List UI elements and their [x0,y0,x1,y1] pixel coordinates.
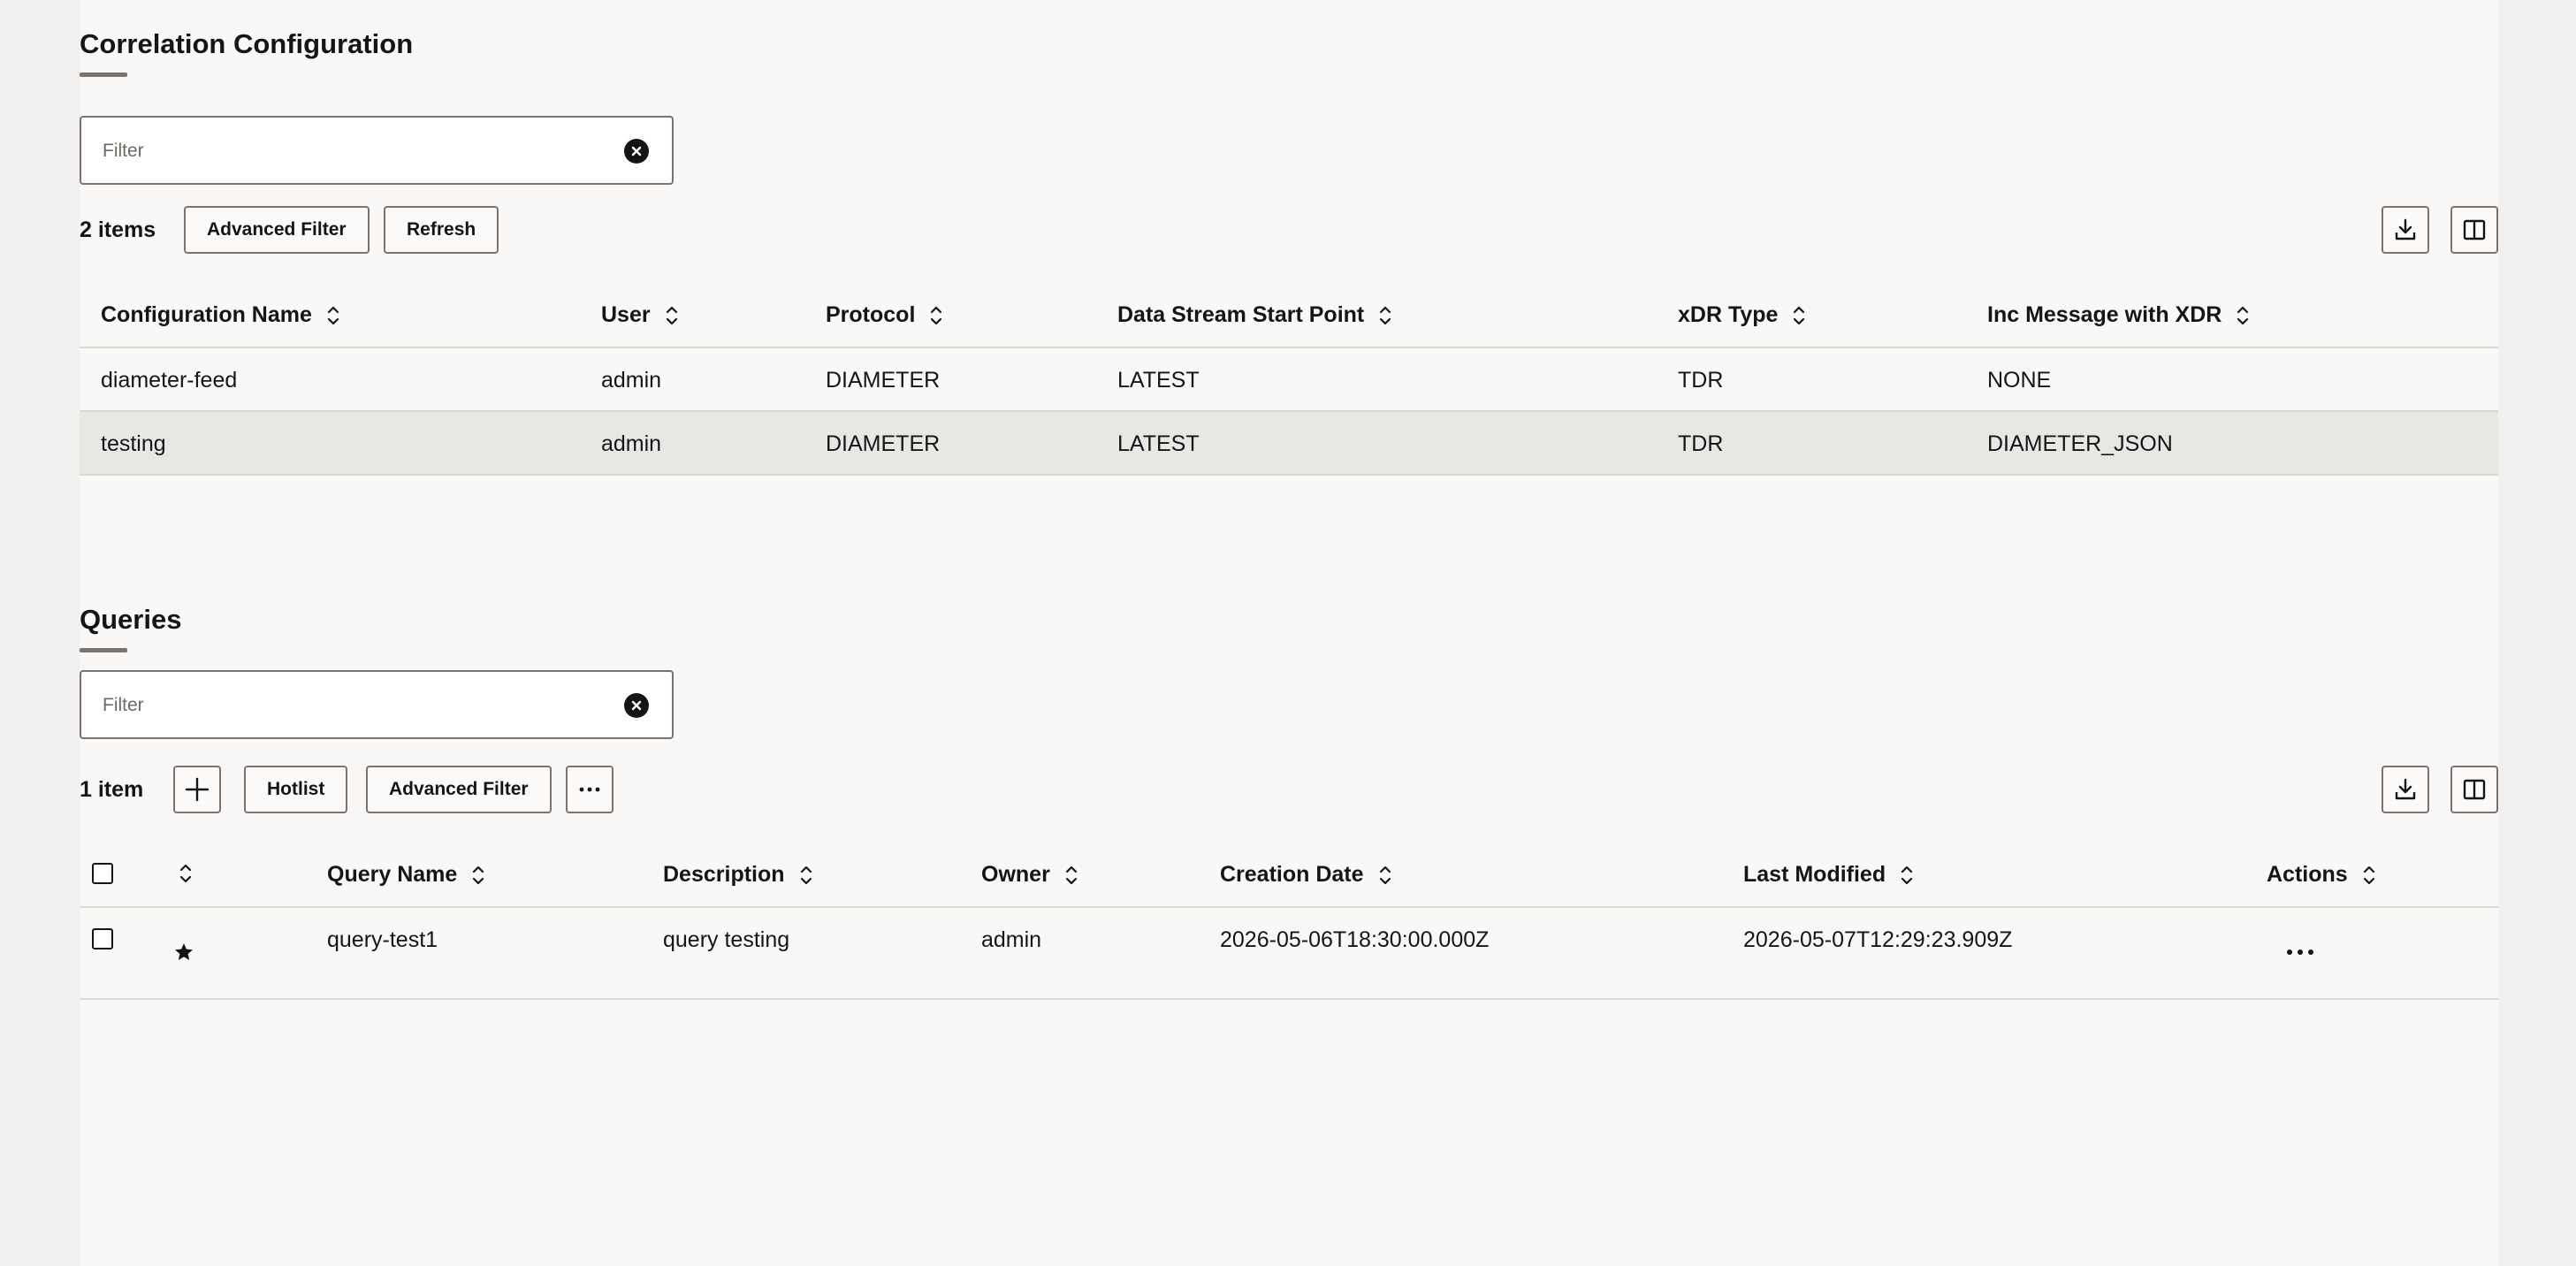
download-button[interactable] [2382,766,2429,813]
column-header[interactable]: Query Name [327,862,485,888]
column-header[interactable]: Configuration Name [101,302,340,328]
sort-icon[interactable] [799,864,813,887]
column-header[interactable]: Owner [981,862,1078,888]
cell: LATEST [1117,431,1200,456]
refresh-button[interactable]: Refresh [384,206,499,254]
clear-icon[interactable] [624,693,649,718]
cell: admin [601,368,662,393]
cell: 2026-05-07T12:29:23.909Z [1743,927,2013,952]
sort-icon[interactable] [1792,304,1806,327]
cell: query-test1 [327,927,438,952]
favorite-sort-header[interactable] [179,862,193,885]
correlation-table: Configuration Name User Protocol Data St… [80,281,2498,476]
columns-icon [2463,779,2486,800]
sort-icon[interactable] [2236,304,2250,327]
sort-icon[interactable] [471,864,485,887]
row-actions-button[interactable] [2281,938,2320,966]
sort-icon[interactable] [2362,864,2376,887]
item-count: 1 item [80,777,144,802]
hotlist-button[interactable]: Hotlist [244,766,348,813]
more-icon [579,787,600,792]
correlation-toolbar: 2 items Advanced Filter Refresh [80,206,2498,255]
column-header[interactable]: Last Modified [1743,862,1914,888]
table-header: Configuration Name User Protocol Data St… [80,281,2498,348]
column-header[interactable]: Actions [2267,862,2376,888]
column-header[interactable]: User [601,302,679,328]
table-header: Query Name Description Owner Creation Da… [80,841,2498,908]
sort-icon[interactable] [665,304,679,327]
main-panel: Correlation Configuration 2 items Advanc… [80,0,2498,1266]
sort-icon[interactable] [179,862,193,885]
cell: diameter-feed [101,368,238,393]
sort-icon[interactable] [929,304,943,327]
advanced-filter-button[interactable]: Advanced Filter [184,206,370,254]
column-header[interactable]: Inc Message with XDR [1987,302,2250,328]
more-button[interactable] [566,766,614,813]
correlation-title: Correlation Configuration [80,28,414,59]
cell: testing [101,431,166,456]
row-checkbox[interactable] [92,928,113,950]
column-header[interactable]: Protocol [826,302,943,328]
title-underline [80,72,127,77]
correlation-filter[interactable] [80,116,674,185]
plus-icon [185,777,210,802]
more-icon [2287,950,2313,955]
select-all-checkbox[interactable] [92,863,113,884]
cell: admin [601,431,662,456]
columns-button[interactable] [2450,766,2498,813]
download-icon [2395,218,2416,240]
cell: LATEST [1117,368,1200,393]
queries-toolbar: 1 item Hotlist Advanced Filter [80,766,2498,815]
cell: TDR [1678,431,1724,456]
cell: DIAMETER [826,431,941,456]
column-header[interactable]: Description [663,862,813,888]
queries-table: Query Name Description Owner Creation Da… [80,841,2498,1000]
cell: admin [981,927,1042,952]
title-underline [80,648,127,652]
table-row[interactable]: query-test1 query testing admin 2026-05-… [80,908,2498,1000]
download-icon [2395,778,2416,800]
columns-icon [2463,219,2486,240]
column-header[interactable]: Data Stream Start Point [1117,302,1392,328]
cell: NONE [1987,368,2052,393]
queries-filter-input[interactable] [103,690,598,721]
sort-icon[interactable] [1900,864,1914,887]
sort-icon[interactable] [1378,864,1392,887]
table-row[interactable]: testing admin DIAMETER LATEST TDR DIAMET… [80,412,2498,476]
correlation-filter-input[interactable] [103,135,598,167]
columns-button[interactable] [2450,206,2498,254]
download-button[interactable] [2382,206,2429,254]
cell: DIAMETER [826,368,941,393]
column-header[interactable]: xDR Type [1678,302,1806,328]
sort-icon[interactable] [1378,304,1392,327]
item-count: 2 items [80,217,156,242]
column-header[interactable]: Creation Date [1220,862,1392,888]
cell: 2026-05-06T18:30:00.000Z [1220,927,1490,952]
star-icon[interactable] [173,942,194,967]
add-query-button[interactable] [173,766,221,813]
cell: DIAMETER_JSON [1987,431,2173,456]
table-row[interactable]: diameter-feed admin DIAMETER LATEST TDR … [80,348,2498,412]
queries-title: Queries [80,604,182,635]
sort-icon[interactable] [1064,864,1078,887]
cell: TDR [1678,368,1724,393]
queries-filter[interactable] [80,670,674,739]
sort-icon[interactable] [326,304,340,327]
cell: query testing [663,927,790,952]
advanced-filter-button[interactable]: Advanced Filter [366,766,552,813]
clear-icon[interactable] [624,139,649,164]
